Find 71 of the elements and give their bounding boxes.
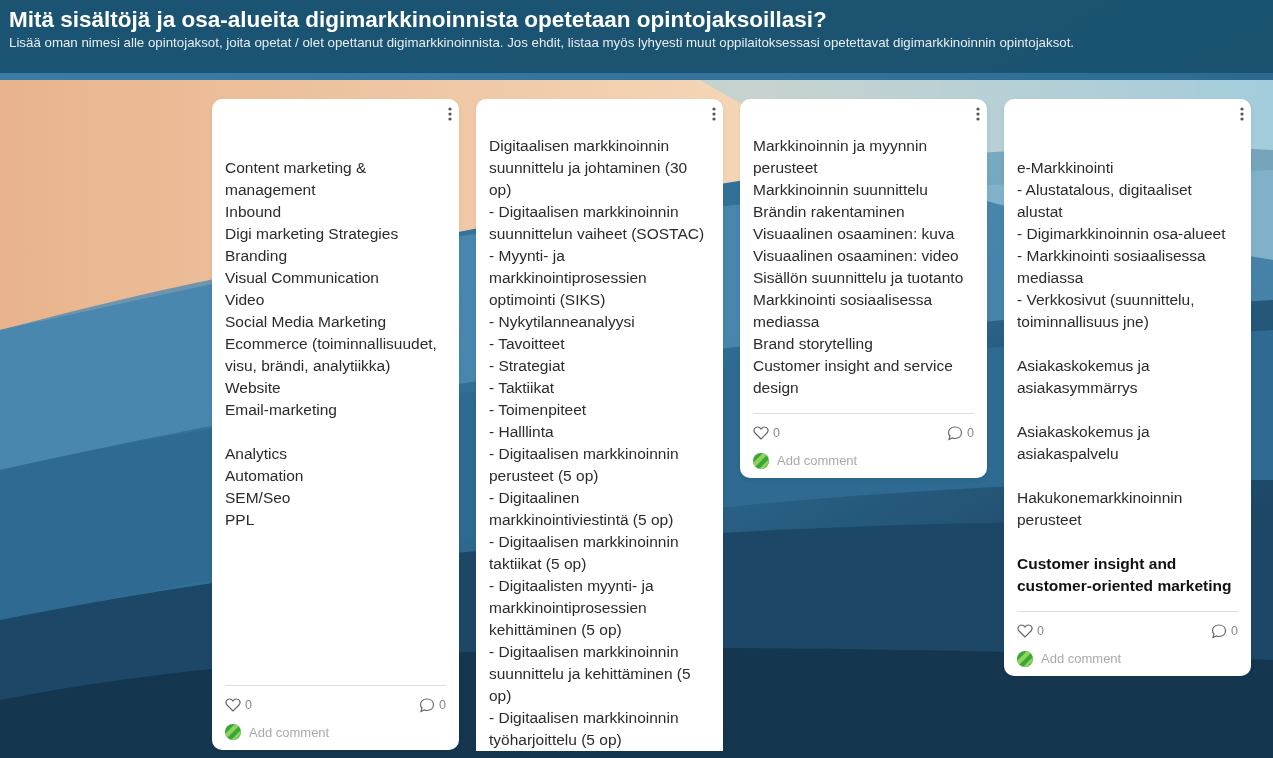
comment-count: 0 — [439, 696, 446, 714]
add-comment-link[interactable]: Add comment — [1041, 648, 1122, 669]
post-text: Customer insight and service design — [753, 356, 954, 398]
post-text: Asiakaskokemus ja asiakaspalvelu — [1017, 422, 1151, 464]
post-text: PPL — [225, 510, 256, 530]
post-text: - Digimarkkinoinnin osa-alueet — [1017, 224, 1227, 244]
post-text: Brändin rakentaminen — [753, 202, 906, 222]
post-text: Brand storytelling — [753, 334, 874, 354]
post-text: - Digitaalinen markkinointiviestintä (5 op) — [489, 488, 675, 530]
post-text: Visuaalinen osaaminen: kuva — [753, 224, 956, 244]
post-text: - Digitaalisen markkinoinnin työharjoittelu (5 op) — [489, 708, 680, 750]
post-text: - Digitaalisen markkinoinnin perusteet (5 op) — [489, 444, 680, 486]
post-text: - Tavoitteet — [489, 334, 566, 354]
post-text: - Verkkosivut (suunnittelu, toiminnallisuus jne) — [1017, 290, 1196, 332]
post-text: Markkinointi sosiaalisessa mediassa — [753, 290, 934, 332]
post-text: e-Markkinointi — [1017, 158, 1115, 178]
post-text: - Taktiikat — [489, 378, 556, 398]
more-options-icon[interactable] — [448, 107, 452, 121]
post-text: Branding — [225, 246, 289, 266]
heart-icon[interactable] — [753, 425, 769, 442]
post-text: - Halllinta — [489, 422, 555, 442]
post-text: Video — [225, 290, 266, 310]
add-comment-link[interactable]: Add comment — [777, 450, 858, 471]
more-options-icon[interactable] — [712, 107, 716, 121]
page-description: Lisää oman nimesi alle opintojaksot, joita opetat / olet opettanut digimarkkinoinnista. Jos ehdit, listaa myös lyhyesti muut oppilaitoksessasi opetettavat digimarkkinoinnin opintojaksot. — [9, 34, 1076, 52]
avatar-icon — [1017, 650, 1033, 667]
post-text: - Digitaalisten myynti- ja markkinointiprosessien kehittäminen (5 op) — [489, 576, 655, 640]
post-text: Asiakaskokemus ja asiakasymmärrys — [1017, 356, 1151, 398]
more-options-icon[interactable] — [1240, 107, 1244, 121]
post-text: Digitaalisen markkinoinnin suunnittelu ja johtaminen (30 op) — [489, 136, 689, 200]
post-text: Sisällön suunnittelu ja tuotanto — [753, 268, 965, 288]
post-text: Social Media Marketing — [225, 312, 388, 332]
post-text: Visual Communication — [225, 268, 380, 288]
post-text: SEM/Seo — [225, 488, 292, 508]
post-text: Markkinoinnin ja myynnin perusteet — [753, 136, 929, 178]
heart-icon[interactable] — [1017, 623, 1033, 640]
post-text: Visuaalinen osaaminen: video — [753, 246, 960, 266]
like-count: 0 — [245, 696, 252, 714]
post-text: Automation — [225, 466, 305, 486]
post-text: Analytics — [225, 444, 289, 464]
add-comment-link[interactable]: Add comment — [249, 722, 330, 742]
comment-icon[interactable] — [419, 697, 436, 714]
comment-count: 0 — [1231, 623, 1238, 640]
post-text: Inbound — [225, 202, 283, 222]
post-text: Hakukonemarkkinoinnin perusteet — [1017, 488, 1184, 530]
post-text: - Myynti- ja markkinointiprosessien optimointi (SIKS) — [489, 246, 648, 310]
post-text: Email-marketing — [225, 400, 338, 420]
comment-icon[interactable] — [1211, 623, 1228, 640]
more-options-icon[interactable] — [976, 107, 980, 121]
post-text: - Strategiat — [489, 356, 566, 376]
post-text: - Digitaalisen markkinoinnin suunnittelu ja kehittäminen (5 op) — [489, 642, 692, 706]
post-text: Ecommerce (toiminnallisuudet, visu, brändi, analytiikka) — [225, 334, 438, 376]
post-text: - Markkinointi sosiaalisessa mediassa — [1017, 246, 1207, 288]
post-text: - Digitaalisen markkinoinnin taktiikat (5 op) — [489, 532, 680, 574]
post-text: - Toimenpiteet — [489, 400, 588, 420]
post-text: Digi marketing Strategies — [225, 224, 400, 244]
post-text: - Nykytilanneanalyysi — [489, 312, 636, 332]
like-count: 0 — [1037, 623, 1044, 640]
comment-count: 0 — [967, 425, 974, 442]
comment-icon[interactable] — [947, 425, 964, 442]
avatar-icon — [753, 452, 769, 469]
like-count: 0 — [773, 425, 780, 442]
post-text: - Digitaalisen markkinoinnin suunnittelun vaiheet (SOSTAC) — [489, 202, 706, 244]
post-text: - Alustatalous, digitaaliset alustat — [1017, 180, 1193, 222]
post-text: Content marketing & management — [225, 158, 368, 200]
post-text: Customer insight and customer-oriented marketing — [1017, 554, 1233, 596]
post-text: Markkinoinnin suunnittelu — [753, 180, 929, 200]
page-title: Mitä sisältöjä ja osa-alueita digimarkkinoinnista opetetaan opintojaksoillasi? — [9, 6, 828, 34]
avatar-icon — [225, 724, 241, 741]
post-text: Website — [225, 378, 282, 398]
heart-icon[interactable] — [225, 697, 241, 714]
